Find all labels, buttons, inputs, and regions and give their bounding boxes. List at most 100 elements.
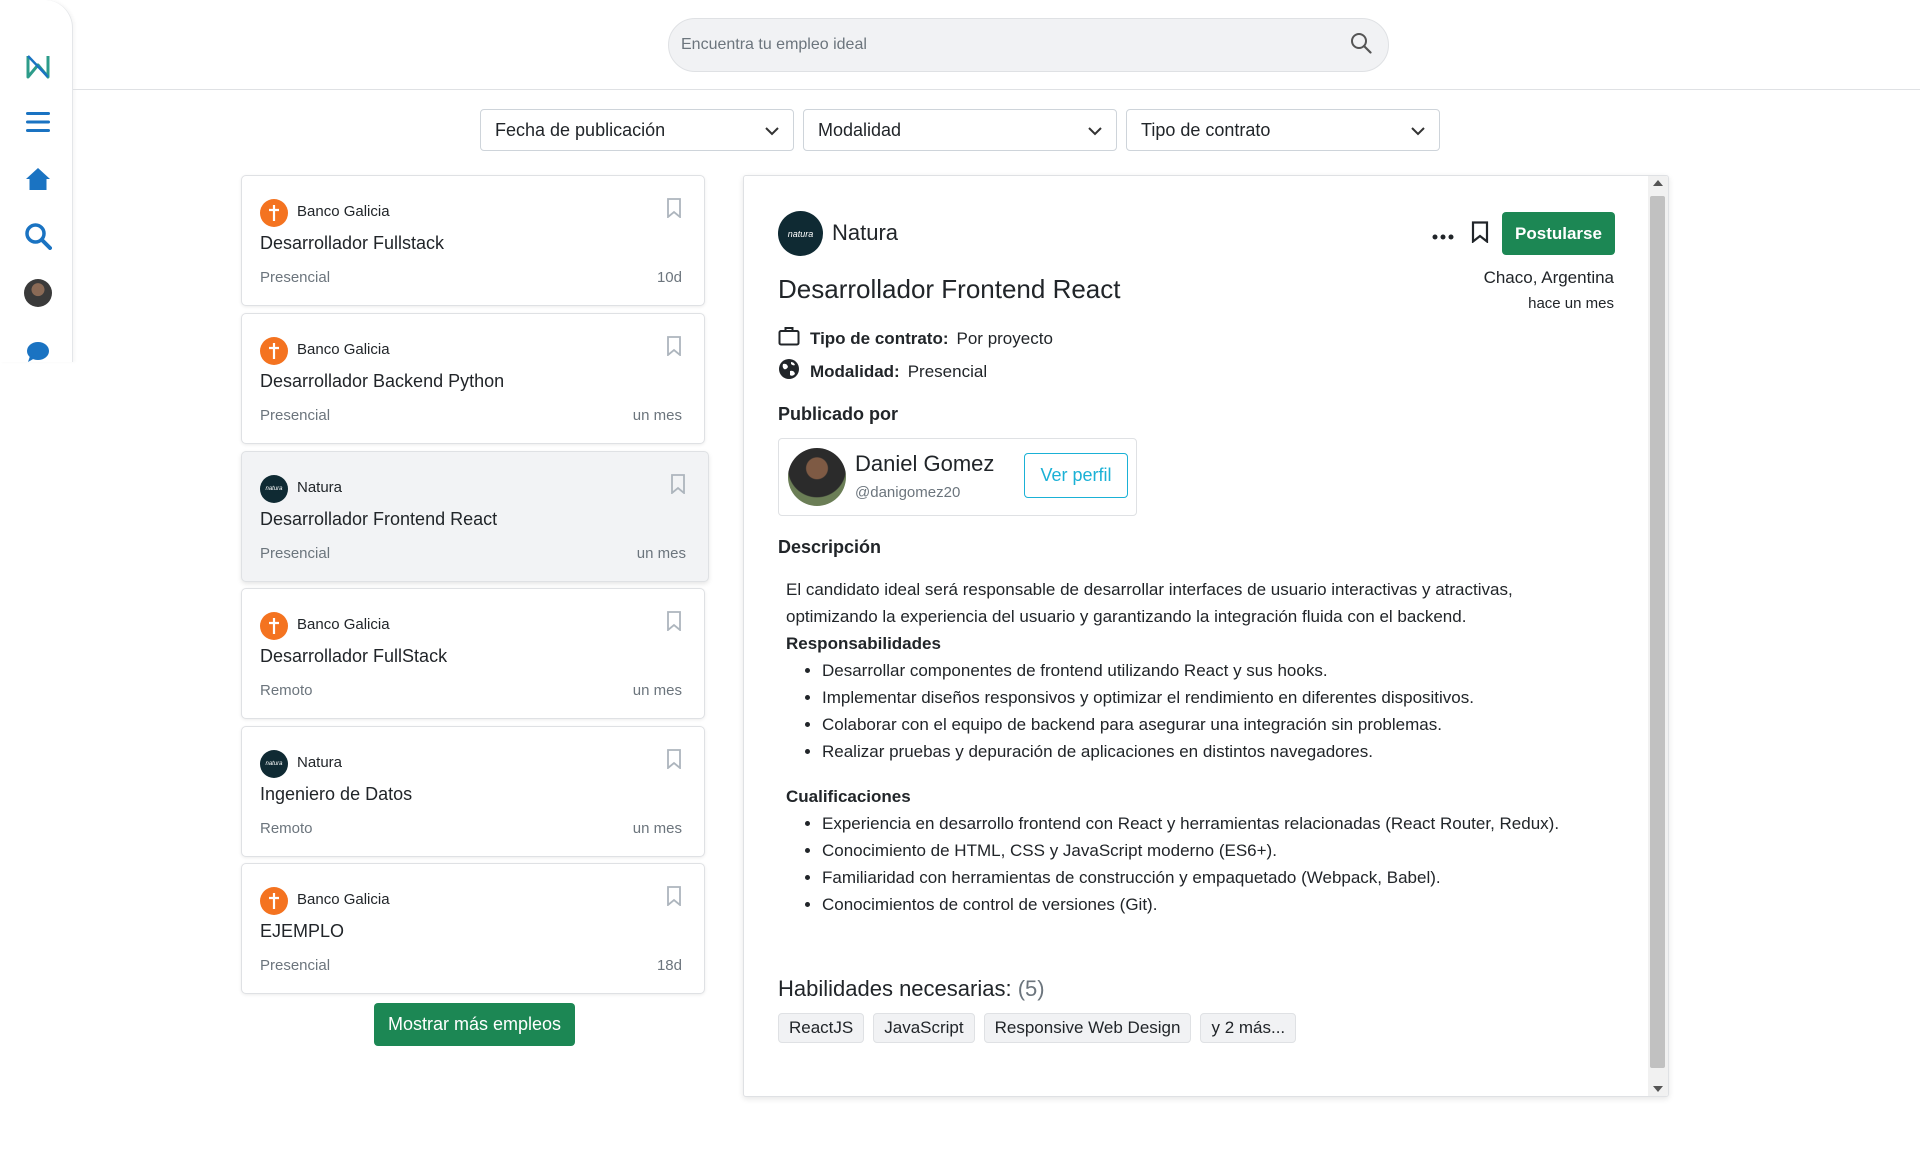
bookmark-icon[interactable] [666,886,682,911]
job-age: un mes [632,682,682,699]
published-by-heading: Publicado por [778,404,899,424]
list-item: Experiencia en desarrollo frontend con R… [822,810,1606,837]
search-bar [668,18,1389,72]
more-options-icon[interactable] [1432,222,1454,244]
bookmark-icon[interactable] [666,336,682,361]
job-modality: Presencial [260,407,331,424]
sidebar [0,0,73,362]
description-text: El candidato ideal será responsable de d… [786,580,1513,599]
job-title: Desarrollador FullStack [260,646,448,666]
job-card[interactable]: natura Natura Ingeniero de Datos Remoto … [241,726,705,857]
skill-tag: Responsive Web Design [983,1013,1192,1043]
search-input[interactable] [681,36,1350,54]
job-title: Desarrollador Frontend React [260,509,498,529]
show-more-jobs-button[interactable]: Mostrar más empleos [374,1003,575,1046]
job-title: Desarrollador Frontend React [778,274,1121,304]
responsibilities-list: Desarrollar componentes de frontend util… [786,657,1606,765]
avatar[interactable] [22,277,54,309]
bookmark-icon[interactable] [670,474,686,499]
job-card[interactable]: Banco Galicia EJEMPLO Presencial 18d [241,863,705,994]
company-logo [260,199,288,227]
company-name: Natura [297,479,343,496]
home-icon[interactable] [22,163,54,195]
company-name: Banco Galicia [297,203,390,220]
job-card[interactable]: Banco Galicia Desarrollador Backend Pyth… [241,313,705,444]
logo-icon[interactable] [22,50,54,82]
skills-heading-label: Habilidades necesarias: [778,976,1012,1001]
company-logo [260,337,288,365]
job-description: El candidato ideal será responsable de d… [786,576,1606,918]
skills-list: ReactJS JavaScript Responsive Web Design… [778,1013,1297,1043]
description-heading: Descripción [778,537,882,557]
filter-label: Fecha de publicación [495,119,666,140]
contract-type-label: Tipo de contrato: [810,328,949,348]
author-avatar[interactable] [788,448,846,506]
company-logo: natura [260,475,288,503]
job-modality: Remoto [260,820,313,837]
filter-modality[interactable]: Modalidad [803,109,1117,151]
company-name: Banco Galicia [297,891,390,908]
logo-text: natura [787,228,814,239]
skills-count: (5) [1017,976,1045,1001]
company-name: Banco Galicia [297,341,390,358]
filter-contract-type[interactable]: Tipo de contrato [1126,109,1440,151]
bookmark-icon[interactable] [666,611,682,636]
list-item: Realizar pruebas y depuración de aplicac… [822,738,1606,765]
globe-icon [778,358,800,385]
modality-value: Presencial [907,361,988,381]
list-item: Conocimientos de control de versiones (G… [822,891,1606,918]
company-name: Natura [297,754,343,771]
author-handle: @danigomez20 [855,484,961,501]
scroll-down-arrow[interactable] [1653,1086,1663,1092]
company-logo: natura [260,750,288,778]
job-modality: Presencial [260,269,331,286]
chevron-down-icon [1411,120,1425,141]
job-title: EJEMPLO [260,921,345,941]
job-age: un mes [636,545,686,562]
list-item: Desarrollar componentes de frontend util… [822,657,1606,684]
job-age: 10d [656,269,682,286]
bookmark-icon[interactable] [666,198,682,223]
briefcase-icon [778,326,800,351]
logo-text: natura [265,761,283,767]
job-card[interactable]: Banco Galicia Desarrollador Fullstack Pr… [241,175,705,306]
chevron-down-icon [1088,120,1102,141]
job-card-selected[interactable]: natura Natura Desarrollador Frontend Rea… [241,451,709,582]
bookmark-icon[interactable] [1471,221,1489,248]
responsibilities-heading: Responsabilidades [786,634,941,653]
job-modality: Presencial [260,545,331,562]
job-posted-time: hace un mes [1528,295,1614,312]
skill-tag: ReactJS [778,1013,865,1043]
contract-type-value: Por proyecto [956,328,1053,348]
list-item: Familiaridad con herramientas de constru… [822,864,1606,891]
search-icon[interactable] [22,220,54,252]
scrollbar-thumb[interactable] [1650,196,1665,1068]
author-card: Daniel Gomez @danigomez20 Ver perfil [778,438,1137,516]
company-logo [260,612,288,640]
contract-type-row: Tipo de contrato: Por proyecto [778,326,1053,351]
scroll-up-arrow[interactable] [1653,180,1663,186]
job-detail-panel: natura Natura Postularse Chaco, Argentin… [743,175,1669,1097]
apply-button[interactable]: Postularse [1502,212,1615,255]
chat-icon[interactable] [22,336,54,368]
bookmark-icon[interactable] [666,749,682,774]
job-title: Ingeniero de Datos [260,784,413,804]
job-modality: Remoto [260,682,313,699]
modality-row: Modalidad: Presencial [778,358,987,385]
filter-publication-date[interactable]: Fecha de publicación [480,109,794,151]
scrollbar[interactable] [1648,176,1668,1096]
qualifications-list: Experiencia en desarrollo frontend con R… [786,810,1606,918]
filter-label: Modalidad [818,119,902,140]
chevron-down-icon [765,120,779,141]
view-profile-button[interactable]: Ver perfil [1024,453,1128,498]
more-skills-tag[interactable]: y 2 más... [1200,1013,1297,1043]
list-item: Conocimiento de HTML, CSS y JavaScript m… [822,837,1606,864]
job-age: un mes [632,407,682,424]
author-name: Daniel Gomez [855,451,995,476]
job-card[interactable]: Banco Galicia Desarrollador FullStack Re… [241,588,705,719]
filter-label: Tipo de contrato [1141,119,1271,140]
job-age: un mes [632,820,682,837]
search-icon[interactable] [1350,32,1372,59]
description-text: optimizando la experiencia del usuario y… [786,607,1467,626]
menu-icon[interactable] [22,106,54,138]
